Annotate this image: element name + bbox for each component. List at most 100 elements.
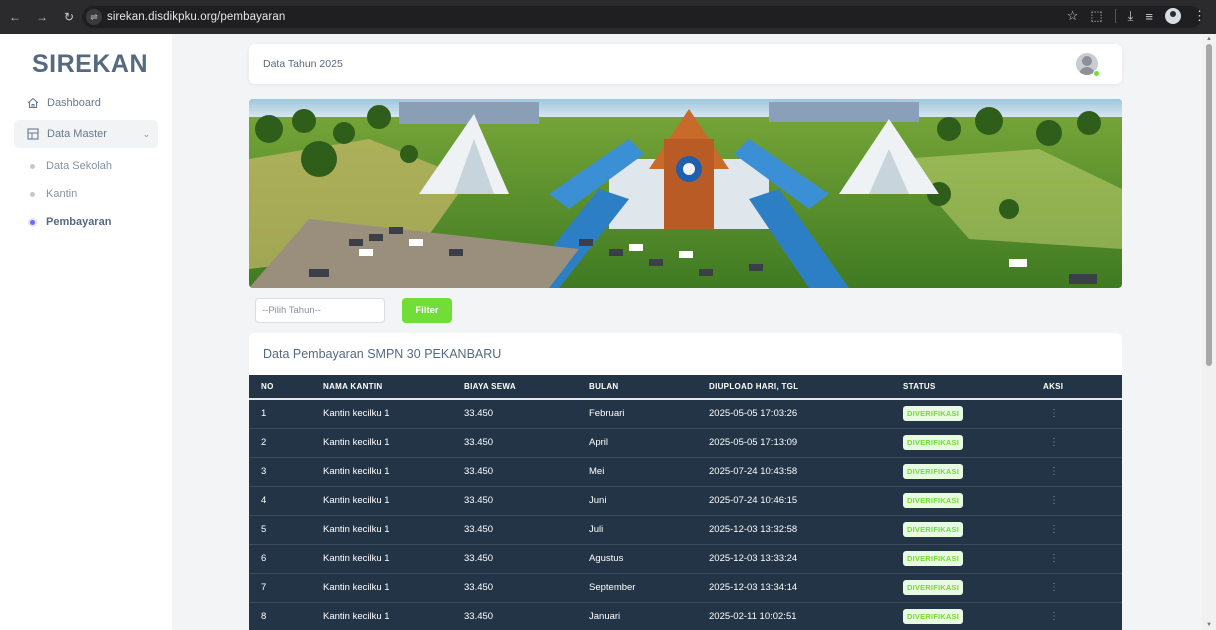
table-title: Data Pembayaran SMPN 30 PEKANBARU [263, 347, 502, 361]
status-badge: DIVERIFIKASI [903, 551, 963, 566]
status-badge: DIVERIFIKASI [903, 522, 963, 537]
sidebar-item-data-master[interactable]: Data Master ⌄ [14, 120, 158, 148]
sidebar-subitem-pembayaran[interactable]: Pembayaran [0, 208, 172, 236]
cell-nama-kantin: Kantin kecilku 1 [323, 553, 390, 564]
table-row: 2 Kantin kecilku 1 33.450 April 2025-05-… [249, 428, 1122, 457]
cell-status: DIVERIFIKASI [903, 486, 1043, 515]
status-badge: DIVERIFIKASI [903, 580, 963, 595]
payment-table-card: Data Pembayaran SMPN 30 PEKANBARU NO NAM… [249, 333, 1122, 630]
cell-no: 6 [261, 553, 267, 564]
cell-diupload: 2025-02-11 10:02:51 [709, 611, 797, 622]
extensions-icon[interactable]: ⬚ [1090, 8, 1102, 24]
address-bar[interactable]: ⇌ sirekan.disdikpku.org/pembayaran [82, 6, 1202, 28]
forward-arrow-icon[interactable]: → [35, 10, 49, 24]
filter-button[interactable]: Filter [402, 298, 452, 323]
payment-table: NO NAMA KANTIN BIAYA SEWA BULAN DIUPLOAD… [249, 375, 1122, 630]
year-select[interactable]: --Pilih Tahun-- [255, 298, 385, 323]
cell-bulan: Februari [589, 408, 625, 420]
active-bullet-icon [30, 219, 35, 225]
cell-diupload: 2025-07-24 10:46:15 [709, 495, 798, 506]
cell-no: 1 [261, 408, 267, 420]
more-actions-icon[interactable]: ⋮ [1043, 495, 1059, 506]
cell-aksi: ⋮ [1043, 515, 1122, 544]
table-row: 3 Kantin kecilku 1 33.450 Mei 2025-07-24… [249, 457, 1122, 486]
cell-bulan: September [589, 582, 636, 593]
cell-aksi: ⋮ [1043, 399, 1122, 428]
more-actions-icon[interactable]: ⋮ [1043, 466, 1059, 477]
cell-aksi: ⋮ [1043, 457, 1122, 486]
cell-nama-kantin: Kantin kecilku 1 [323, 495, 390, 506]
browser-toolbar: ← → ↻ ⇌ sirekan.disdikpku.org/pembayaran… [0, 0, 1216, 34]
sidebar-subitem-data-sekolah[interactable]: Data Sekolah [0, 152, 172, 180]
browser-actions: ☆ ⬚ ⤓ ≡ ⋮ [1067, 8, 1206, 24]
column-header-diupload: DIUPLOAD HARI, TGL [709, 375, 903, 400]
more-actions-icon[interactable]: ⋮ [1043, 611, 1059, 622]
cell-bulan: Agustus [589, 553, 624, 564]
cell-status: DIVERIFIKASI [903, 457, 1043, 486]
menu-dots-icon[interactable]: ⋮ [1193, 8, 1206, 24]
cell-biaya-sewa: 33.450 [464, 611, 494, 622]
cell-nama-kantin: Kantin kecilku 1 [323, 611, 390, 622]
cell-nama-kantin: Kantin kecilku 1 [323, 466, 390, 477]
cell-status: DIVERIFIKASI [903, 544, 1043, 573]
chevron-down-icon: ⌄ [142, 128, 150, 139]
cell-status: DIVERIFIKASI [903, 428, 1043, 457]
status-badge: DIVERIFIKASI [903, 435, 963, 450]
cell-status: DIVERIFIKASI [903, 399, 1043, 428]
sidebar-subitem-kantin[interactable]: Kantin [0, 180, 172, 208]
sidebar-menu: Dashboard Data Master ⌄ Data Sekolah Kan… [0, 90, 172, 236]
cell-nama-kantin: Kantin kecilku 1 [323, 408, 390, 420]
scroll-down-icon[interactable]: ▼ [1206, 622, 1212, 628]
more-actions-icon[interactable]: ⋮ [1043, 408, 1059, 419]
cell-bulan: Mei [589, 466, 605, 477]
cell-diupload: 2025-05-05 17:03:26 [709, 408, 798, 420]
online-status-icon [1093, 70, 1100, 77]
table-row: 1 Kantin kecilku 1 33.450 Februari 2025-… [249, 399, 1122, 428]
back-arrow-icon[interactable]: ← [8, 10, 22, 24]
cell-biaya-sewa: 33.450 [464, 437, 494, 448]
cell-no: 8 [261, 611, 267, 622]
page-title: Data Tahun 2025 [263, 58, 343, 70]
more-actions-icon[interactable]: ⋮ [1043, 524, 1059, 535]
site-settings-icon[interactable]: ⇌ [86, 9, 102, 25]
reading-list-icon[interactable]: ≡ [1145, 9, 1153, 24]
status-badge: DIVERIFIKASI [903, 609, 963, 624]
download-icon[interactable]: ⤓ [1128, 8, 1134, 24]
cell-bulan: Januari [589, 611, 621, 622]
cell-biaya-sewa: 33.450 [464, 582, 494, 593]
reload-icon[interactable]: ↻ [62, 10, 76, 24]
column-header-bulan: BULAN [589, 375, 709, 400]
more-actions-icon[interactable]: ⋮ [1043, 553, 1059, 564]
bookmark-star-icon[interactable]: ☆ [1067, 8, 1079, 24]
more-actions-icon[interactable]: ⋮ [1043, 437, 1059, 448]
cell-aksi: ⋮ [1043, 544, 1122, 573]
page-scrollbar[interactable]: ▲ ▼ [1202, 34, 1216, 630]
sidebar: SIREKAN Dashboard Data Master ⌄ Data Sek… [0, 34, 172, 630]
cell-no: 7 [261, 582, 267, 593]
sidebar-subitem-label: Pembayaran [46, 216, 112, 228]
cell-diupload: 2025-12-03 13:32:58 [709, 524, 798, 535]
home-icon [26, 96, 40, 110]
brand-logo[interactable]: SIREKAN [32, 50, 148, 79]
column-header-biaya-sewa: BIAYA SEWA [464, 375, 589, 400]
bullet-icon [30, 163, 35, 169]
more-actions-icon[interactable]: ⋮ [1043, 582, 1059, 593]
address-bar-url[interactable]: sirekan.disdikpku.org/pembayaran [107, 11, 285, 23]
scroll-up-icon[interactable]: ▲ [1206, 36, 1212, 42]
table-row: 4 Kantin kecilku 1 33.450 Juni 2025-07-2… [249, 486, 1122, 515]
profile-icon[interactable] [1165, 8, 1181, 24]
sidebar-item-dashboard[interactable]: Dashboard [0, 90, 172, 116]
browser-nav: ← → ↻ [0, 10, 76, 24]
cell-aksi: ⋮ [1043, 602, 1122, 630]
cell-diupload: 2025-05-05 17:13:09 [709, 437, 798, 448]
cell-nama-kantin: Kantin kecilku 1 [323, 524, 390, 535]
table-row: 7 Kantin kecilku 1 33.450 September 2025… [249, 573, 1122, 602]
sidebar-item-label: Data Master [47, 128, 107, 140]
cell-nama-kantin: Kantin kecilku 1 [323, 582, 390, 593]
cell-biaya-sewa: 33.450 [464, 466, 494, 477]
toolbar-divider [1114, 9, 1116, 23]
scrollbar-thumb[interactable] [1206, 44, 1212, 366]
cell-no: 3 [261, 466, 267, 477]
cell-aksi: ⋮ [1043, 428, 1122, 457]
filter-row: --Pilih Tahun-- Filter [255, 298, 452, 323]
